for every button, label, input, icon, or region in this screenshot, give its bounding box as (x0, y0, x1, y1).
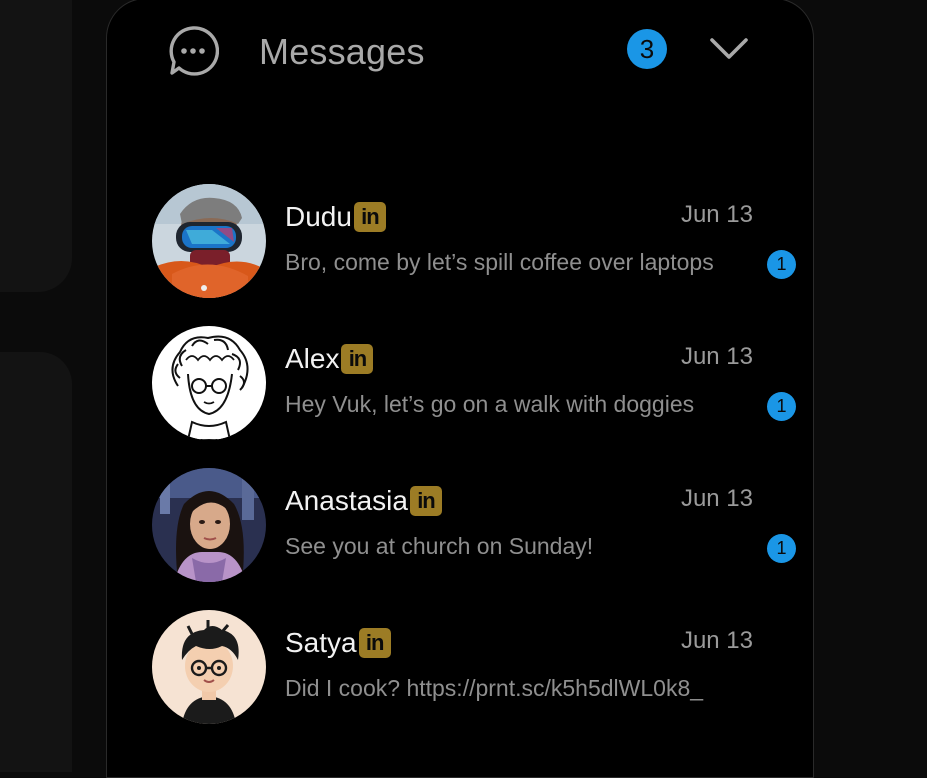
conversation-row[interactable]: Anastasia in Jun 13 See you at church on… (107, 463, 813, 583)
page-title: Messages (259, 31, 425, 72)
unread-badge: 1 (767, 392, 796, 421)
contact-name: Anastasia (285, 485, 408, 516)
message-preview: Bro, come by let’s spill coffee over lap… (285, 249, 714, 275)
message-preview: See you at church on Sunday! (285, 533, 594, 559)
message-date: Jun 13 (680, 201, 753, 228)
conversation-row[interactable]: Satya in Jun 13 Did I cook? https://prnt… (107, 605, 813, 725)
contact-name-line: Satya in (285, 627, 391, 659)
background-card-bottom (0, 352, 72, 772)
message-preview: Did I cook? https://prnt.sc/k5h5dlWL0k8_ (285, 675, 704, 701)
linkedin-icon: in (341, 344, 374, 374)
contact-name: Satya (285, 627, 357, 658)
message-date: Jun 13 (680, 485, 753, 512)
conversation-row[interactable]: Alex in Jun 13 Hey Vuk, let’s go on a wa… (107, 321, 813, 441)
avatar-curly-hair-sketch (152, 326, 266, 440)
linkedin-icon: in (358, 628, 391, 658)
unread-count-badge: 3 (627, 29, 667, 69)
message-date: Jun 13 (680, 343, 753, 370)
unread-badge: 1 (767, 250, 796, 279)
contact-name: Dudu (285, 201, 352, 232)
unread-badge: 1 (767, 534, 796, 563)
messages-header[interactable]: Messages 3 (107, 0, 813, 109)
contact-name-line: Alex in (285, 343, 374, 375)
contact-name: Alex (285, 343, 340, 374)
avatar-cartoon-glasses (152, 610, 266, 724)
contact-name-line: Anastasia in (285, 485, 442, 517)
avatar-portrait-photo (152, 468, 266, 582)
messages-panel: Messages 3 Dudu in Jun 13 Bro, come by l… (106, 0, 814, 778)
avatar-goggles-photo (152, 184, 266, 298)
background-card-top (0, 0, 72, 292)
chevron-down-icon[interactable] (709, 35, 749, 63)
chat-bubble-icon (169, 26, 219, 76)
linkedin-icon: in (353, 202, 386, 232)
linkedin-icon: in (409, 486, 442, 516)
contact-name-line: Dudu in (285, 201, 386, 233)
message-date: Jun 13 (680, 627, 753, 654)
conversation-row[interactable]: Dudu in Jun 13 Bro, come by let’s spill … (107, 179, 813, 299)
message-preview: Hey Vuk, let’s go on a walk with doggies (285, 391, 695, 417)
